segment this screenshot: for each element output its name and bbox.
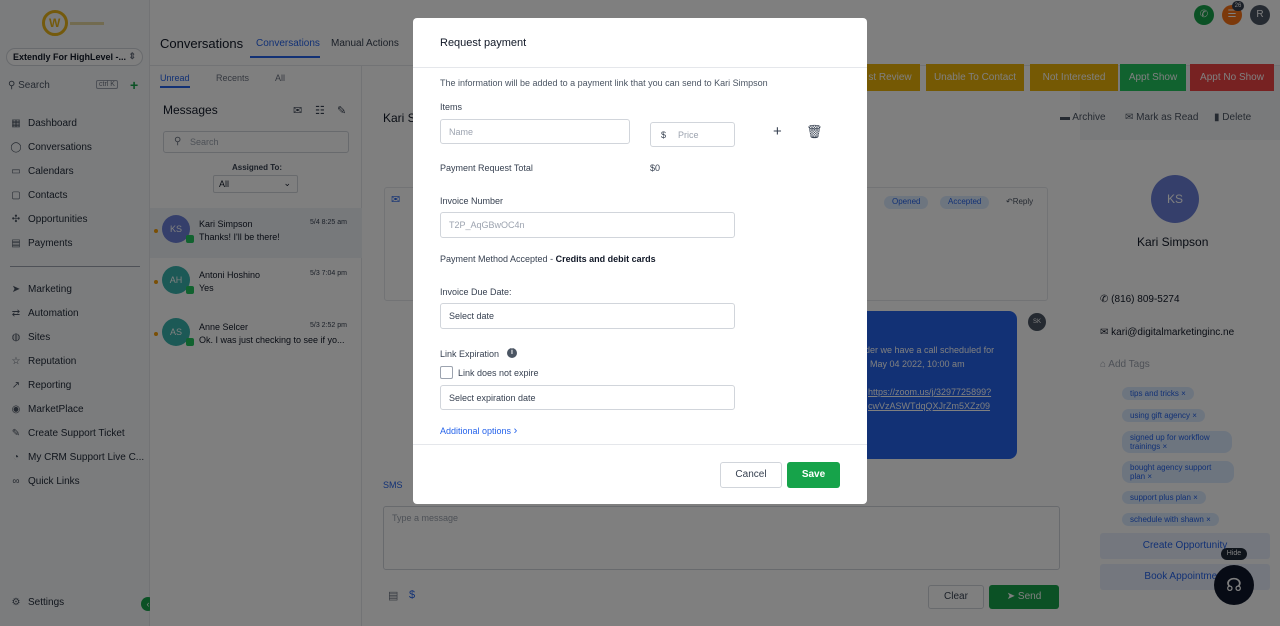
invoice-number-value: T2P_AqGBwOC4n bbox=[449, 220, 525, 230]
item-name-placeholder: Name bbox=[449, 127, 474, 137]
chevron-right-icon: › bbox=[513, 425, 518, 437]
no-expire-label: Link does not expire bbox=[458, 368, 539, 378]
modal-title: Request payment bbox=[440, 37, 527, 49]
items-label: Items bbox=[440, 102, 463, 112]
item-price-placeholder: Price bbox=[678, 130, 699, 140]
total-value: $0 bbox=[650, 163, 661, 173]
add-item-icon[interactable]: + bbox=[773, 123, 782, 140]
additional-options-link[interactable]: Additional options › bbox=[440, 425, 517, 437]
payment-method-value: Credits and debit cards bbox=[555, 254, 656, 264]
item-price-input[interactable]: $ Price bbox=[650, 122, 735, 147]
save-button[interactable]: Save bbox=[787, 462, 840, 488]
currency-symbol: $ bbox=[661, 130, 667, 140]
modal-footer-divider bbox=[413, 444, 867, 445]
expiration-date-picker[interactable]: Select expiration date bbox=[440, 385, 735, 410]
request-payment-modal: Request payment The information will be … bbox=[413, 18, 867, 504]
item-name-input[interactable]: Name bbox=[440, 119, 630, 144]
total-label: Payment Request Total bbox=[440, 163, 533, 173]
no-expire-checkbox[interactable] bbox=[440, 366, 453, 379]
due-date-picker[interactable]: Select date bbox=[440, 303, 735, 329]
modal-description: The information will be added to a payme… bbox=[440, 78, 768, 88]
invoice-number-label: Invoice Number bbox=[440, 196, 504, 206]
due-date-placeholder: Select date bbox=[449, 311, 495, 321]
payment-method-label: Payment Method Accepted - bbox=[440, 254, 556, 264]
cancel-button[interactable]: Cancel bbox=[720, 462, 782, 488]
invoice-number-input[interactable]: T2P_AqGBwOC4n bbox=[440, 212, 735, 238]
payment-method-text: Payment Method Accepted - Credits and de… bbox=[440, 254, 656, 264]
trash-icon[interactable]: 🗑 bbox=[806, 124, 823, 140]
expiration-date-placeholder: Select expiration date bbox=[449, 393, 536, 403]
modal-divider bbox=[413, 67, 867, 68]
info-icon[interactable]: i bbox=[507, 348, 517, 358]
due-date-label: Invoice Due Date: bbox=[440, 287, 512, 297]
additional-options-label: Additional options bbox=[440, 426, 512, 436]
link-expiration-label: Link Expiration bbox=[440, 349, 500, 359]
